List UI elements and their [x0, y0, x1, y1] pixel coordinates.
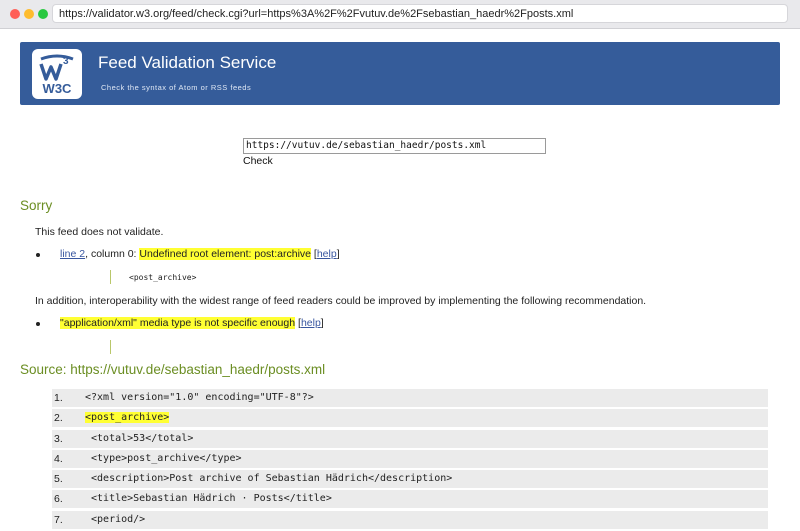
- line-code-highlighted: <post_archive>: [85, 412, 170, 424]
- help-bracket-close: ]: [320, 317, 324, 329]
- line-code: <type>post_archive</type>: [85, 452, 242, 464]
- feed-url-input[interactable]: https://vutuv.de/sebastian_haedr/posts.x…: [243, 138, 546, 154]
- header-banner: 3 W3C Feed Validation Service Check the …: [20, 42, 780, 105]
- line-number: 4.: [54, 452, 63, 465]
- recommendation-item: "application/xml" media type is not spec…: [60, 317, 324, 329]
- error-item: line 2, column 0: Undefined root element…: [60, 248, 340, 260]
- source-line: 2. <post_archive>: [52, 409, 768, 428]
- error-snippet: <post_archive>: [129, 273, 197, 282]
- line-code: <description>Post archive of Sebastian H…: [85, 473, 453, 485]
- bullet-icon: [36, 322, 40, 326]
- error-help-link[interactable]: help: [317, 248, 337, 260]
- page-subtitle: Check the syntax of Atom or RSS feeds: [101, 83, 252, 92]
- line-code: <period/>: [85, 513, 146, 525]
- source-line: 1. <?xml version="1.0" encoding="UTF-8"?…: [52, 389, 768, 407]
- error-location: , column 0:: [85, 248, 140, 260]
- check-button[interactable]: Check: [243, 155, 273, 167]
- line-code: <total>53</total>: [85, 432, 194, 444]
- close-window-icon[interactable]: [10, 9, 20, 19]
- source-line: 7. <period/>: [52, 510, 768, 529]
- error-line-link[interactable]: line 2: [60, 248, 85, 260]
- page-title: Feed Validation Service: [98, 53, 277, 72]
- line-number: 6.: [54, 493, 63, 506]
- svg-text:3: 3: [63, 56, 69, 67]
- source-line: 3. <total>53</total>: [52, 429, 768, 448]
- source-listing: 1. <?xml version="1.0" encoding="UTF-8"?…: [52, 389, 768, 531]
- recommendation-help-link[interactable]: help: [301, 317, 321, 329]
- line-number: 7.: [54, 513, 63, 526]
- recommendation-message: "application/xml" media type is not spec…: [60, 317, 296, 329]
- line-code: <?xml version="1.0" encoding="UTF-8"?>: [85, 392, 314, 403]
- browser-toolbar: https://validator.w3.org/feed/check.cgi?…: [0, 0, 800, 29]
- result-summary: This feed does not validate.: [35, 226, 164, 238]
- line-number: 2.: [54, 412, 63, 425]
- error-message: Undefined root element: post:archive: [139, 248, 311, 260]
- recommendation-intro: In addition, interoperability with the w…: [35, 295, 647, 307]
- source-heading: Source: https://vutuv.de/sebastian_haedr…: [20, 362, 326, 377]
- bullet-icon: [36, 253, 40, 257]
- minimize-window-icon[interactable]: [24, 9, 34, 19]
- w3c-logo-icon: 3 W3C: [39, 54, 74, 96]
- line-number: 3.: [54, 432, 63, 445]
- source-line: 5. <description>Post archive of Sebastia…: [52, 470, 768, 489]
- logo-text: W3C: [43, 81, 73, 96]
- result-heading: Sorry: [20, 198, 53, 213]
- maximize-window-icon[interactable]: [38, 9, 48, 19]
- help-bracket-close: ]: [336, 248, 340, 260]
- snippet-marker: [110, 270, 111, 284]
- source-line: 6. <title>Sebastian Hädrich · Posts</tit…: [52, 490, 768, 509]
- line-code: <title>Sebastian Hädrich · Posts</title>: [85, 493, 332, 505]
- w3c-logo[interactable]: 3 W3C: [32, 49, 82, 99]
- line-number: 5.: [54, 473, 63, 486]
- line-number: 1.: [54, 392, 63, 404]
- address-bar[interactable]: https://validator.w3.org/feed/check.cgi?…: [52, 4, 788, 23]
- snippet-marker: [110, 340, 111, 354]
- source-line: 4. <type>post_archive</type>: [52, 449, 768, 468]
